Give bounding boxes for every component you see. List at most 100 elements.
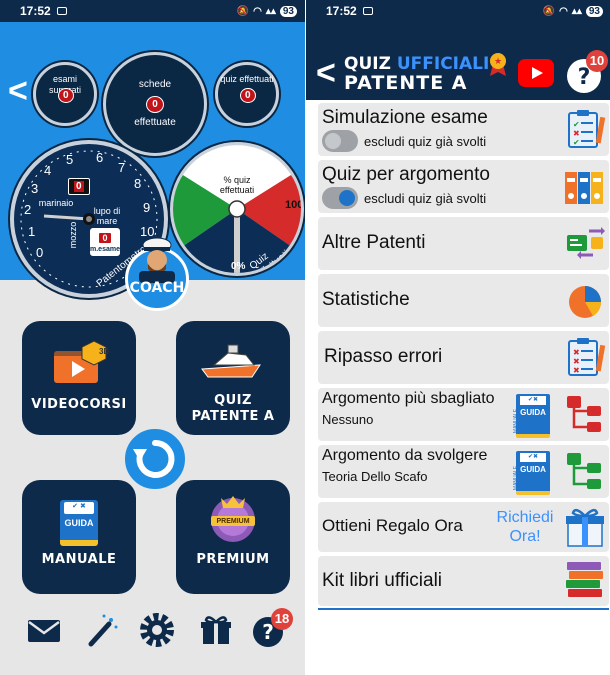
dial-number-6: 6	[96, 150, 103, 165]
guida-book-side-2: MANUALE	[513, 466, 519, 490]
quiz-patente-tile[interactable]: QUIZ PATENTE A	[176, 321, 290, 435]
header-title-line2: PATENTE A	[344, 72, 468, 94]
coach-label: COACH	[121, 280, 193, 296]
dial-number-8: 8	[134, 176, 141, 191]
captain-avatar-icon	[121, 233, 193, 283]
videocorsi-tile[interactable]: 3D VIDEOCORSI	[22, 321, 136, 435]
menu-argomento-sbagliato-value: Nessuno	[322, 412, 373, 427]
menu-argomento-svolgere-title: Argomento da svolgere	[322, 447, 487, 465]
motorboat-icon	[198, 335, 268, 385]
binders-icon	[563, 164, 607, 208]
manuale-label: MANUALE	[22, 552, 136, 568]
pie-chart-icon	[563, 278, 607, 322]
svg-text:✖: ✖	[573, 357, 580, 366]
guida-book-check-2: ✔✖	[520, 453, 546, 462]
premium-tile[interactable]: PREMIUM PREMIUM	[176, 480, 290, 594]
dial-number-2: 2	[24, 202, 31, 217]
menu-ottieni-regalo[interactable]: Ottieni Regalo Ora Richiedi Ora!	[318, 502, 609, 552]
error-checklist-icon: ✖ ✖ ✖	[563, 335, 607, 379]
premium-ribbon-text: PREMIUM	[209, 518, 257, 525]
toggle-knob-2	[339, 190, 355, 206]
menu-quiz-argomento-title: Quiz per argomento	[322, 164, 490, 186]
help-badge-right: 10	[586, 50, 608, 72]
menu-simulazione-title: Simulazione esame	[322, 107, 488, 129]
magic-wand-icon[interactable]	[85, 612, 121, 648]
guida-book-title-1: GUIDA	[516, 408, 550, 417]
quiz-percent-label: % quiz effettuati	[213, 175, 261, 195]
checklist-icon: ✔ ✖ ✔	[563, 107, 607, 151]
guida-book-icon-1: ✔✖ GUIDA MANUALE	[516, 394, 550, 438]
manual-book-check-icon: ✔ ✖	[64, 502, 94, 514]
sheets-gauge: schede 0 effettuate	[103, 52, 207, 156]
sheets-label-bottom: effettuate	[106, 117, 204, 128]
menu-kit-libri[interactable]: Kit libri ufficiali	[318, 556, 609, 606]
premium-label: PREMIUM	[176, 552, 290, 568]
wifi-icon: ◠	[253, 6, 262, 17]
menu-kit-libri-title: Kit libri ufficiali	[322, 570, 442, 592]
screenshot-icon-right	[363, 7, 373, 15]
screenshot-icon	[57, 7, 67, 15]
dial-number-4: 4	[44, 163, 51, 178]
status-bar: 17:52 🔕 ◠ ▴▴ 93	[0, 0, 305, 22]
help-badge: 18	[271, 608, 293, 630]
coach-button[interactable]: COACH	[121, 233, 191, 313]
menu-ripasso-errori[interactable]: Ripasso errori ✖ ✖ ✖	[318, 331, 609, 384]
status-time-right: 17:52	[326, 4, 357, 18]
quiz-label-line2: PATENTE A	[176, 409, 290, 425]
menu-argomento-sbagliato-title: Argomento più sbagliato	[322, 390, 495, 408]
quiz-percent-max: 100	[285, 199, 303, 211]
badge-3d: 3D	[99, 347, 109, 356]
mail-icon[interactable]	[26, 612, 62, 648]
header-title-line1: QUIZ UFFICIALI	[344, 54, 489, 74]
quiz-label-line1: QUIZ	[176, 393, 290, 409]
menu-argomento-sbagliato[interactable]: Argomento più sbagliato Nessuno ✔✖ GUIDA…	[318, 388, 609, 441]
red-tree-icon	[563, 392, 607, 436]
patentometro-value-text: 0	[74, 181, 84, 192]
menu-argomento-svolgere[interactable]: Argomento da svolgere Teoria Dello Scafo…	[318, 445, 609, 498]
patentometro-value: 0	[68, 178, 90, 195]
swap-cards-icon	[563, 221, 607, 265]
settings-gear-icon[interactable]	[136, 609, 178, 651]
exam-value: 0	[98, 232, 111, 244]
richiedi-ora-link[interactable]: Richiedi Ora!	[490, 508, 560, 546]
status-icons-right: 🔕 ◠ ▴▴ 93	[543, 6, 603, 17]
menu-statistiche[interactable]: Statistiche	[318, 274, 609, 327]
guida-book-check-1: ✔✖	[520, 396, 546, 405]
back-arrow-icon-right[interactable]: <	[316, 56, 336, 90]
toggle-knob-1	[325, 133, 341, 149]
menu-ripasso-errori-title: Ripasso errori	[324, 346, 442, 368]
mute-icon: 🔕	[237, 6, 249, 17]
refresh-button[interactable]	[121, 425, 189, 493]
refresh-icon	[125, 429, 185, 489]
manuale-tile[interactable]: ✔ ✖ GUIDA MANUALE	[22, 480, 136, 594]
svg-text:✖: ✖	[573, 348, 580, 357]
battery-indicator: 93	[280, 6, 297, 17]
left-screen: 17:52 🔕 ◠ ▴▴ 93 < esami superati 0 sched…	[0, 0, 305, 675]
dial-number-3: 3	[31, 181, 38, 196]
menu-altre-patenti[interactable]: Altre Patenti	[318, 217, 609, 270]
exclude-done-toggle-2[interactable]	[322, 187, 358, 209]
menu-simulazione-esame[interactable]: Simulazione esame escludi quiz già svolt…	[318, 103, 609, 156]
exam-box: 0 m.esame	[90, 228, 120, 256]
gift-box-icon	[563, 504, 607, 548]
quiz-percent-min: 0%	[231, 261, 245, 272]
gift-icon[interactable]	[198, 612, 234, 648]
dial-number-9: 9	[143, 200, 150, 215]
manual-book-title: GUIDA	[60, 518, 98, 528]
exclude-done-label-1: escludi quiz già svolti	[364, 134, 486, 149]
exclude-done-toggle-1[interactable]	[322, 130, 358, 152]
svg-text:✔: ✔	[573, 120, 580, 129]
menu-quiz-argomento[interactable]: Quiz per argomento escludi quiz già svol…	[318, 160, 609, 213]
quiz-done-value: 0	[240, 88, 256, 103]
sheets-value: 0	[146, 96, 164, 113]
list-bottom-divider	[318, 608, 609, 610]
sheets-label-top: schede	[106, 79, 204, 90]
menu-altre-patenti-title: Altre Patenti	[322, 232, 426, 254]
youtube-icon[interactable]	[518, 59, 554, 87]
quiz-header: < QUIZ UFFICIALI PATENTE A ★ ? 10	[306, 22, 610, 100]
back-arrow-icon[interactable]: <	[8, 74, 28, 108]
signal-icon: ▴▴	[266, 6, 276, 17]
guida-book-side-1: MANUALE	[513, 409, 519, 433]
signal-icon-right: ▴▴	[572, 6, 582, 17]
quiz-done-label: quiz effettuati	[218, 74, 276, 85]
